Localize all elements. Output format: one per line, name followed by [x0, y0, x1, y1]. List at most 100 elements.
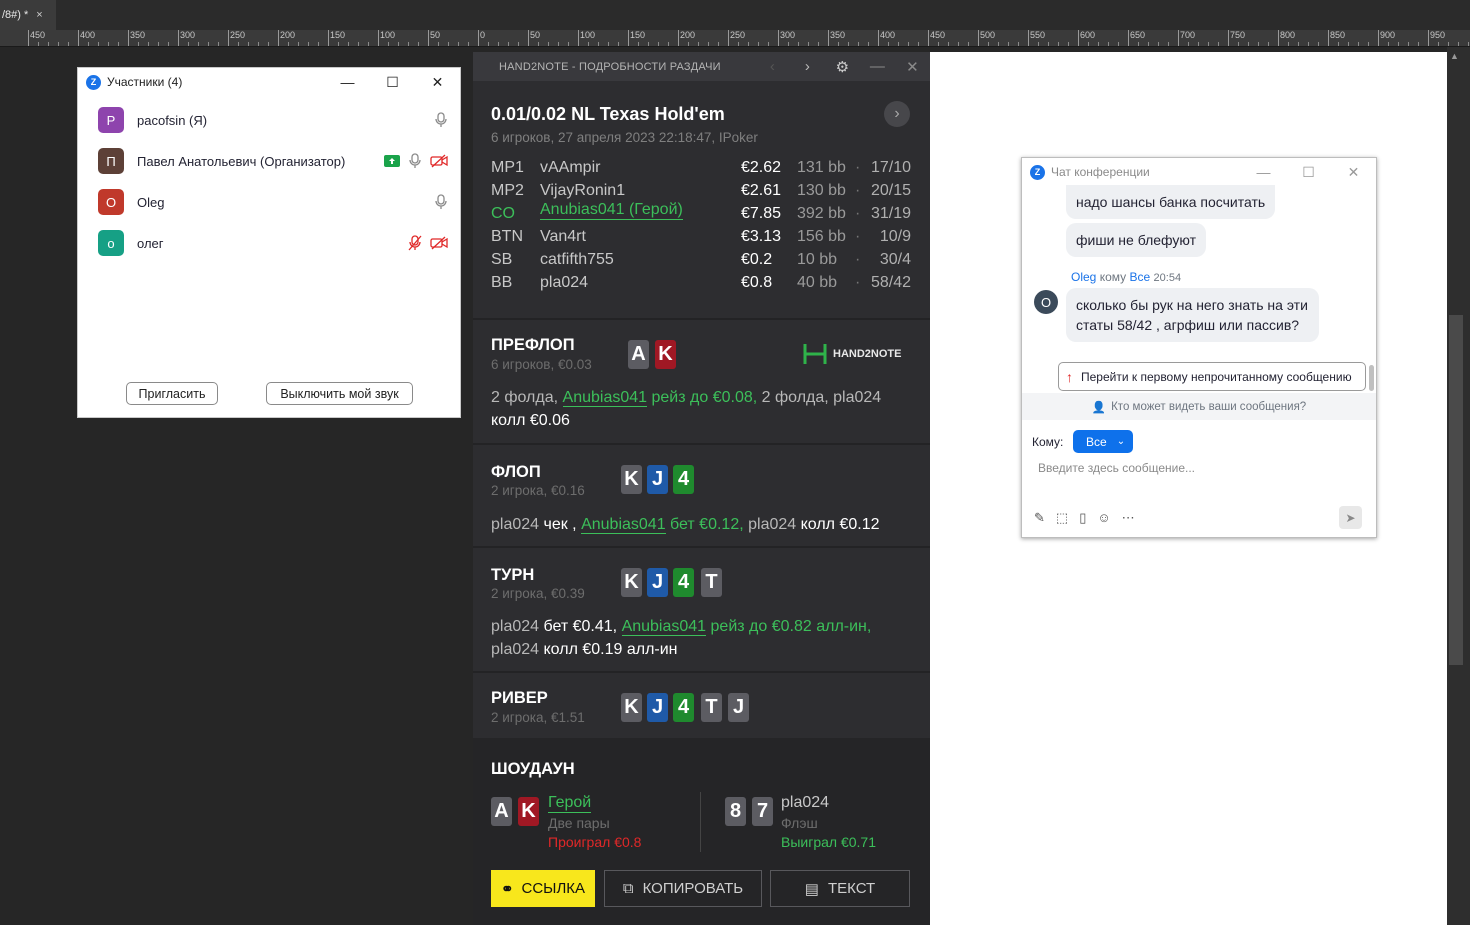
ruler-major-tick: [1128, 30, 1129, 46]
ruler-minor-tick: [348, 42, 349, 46]
ruler-minor-tick: [148, 42, 149, 46]
chat-message: сколько бы рук на него знать на эти стат…: [1066, 288, 1319, 342]
screenshot-icon[interactable]: ⬚: [1056, 510, 1068, 526]
tab-close-icon[interactable]: ×: [36, 9, 42, 21]
player-stats: 20/15: [870, 182, 911, 199]
ruler-minor-tick: [108, 42, 109, 46]
who-can-see-bar[interactable]: 👤 Кто может видеть ваши сообщения?: [1022, 393, 1376, 420]
minimize-icon[interactable]: —: [1241, 158, 1286, 186]
player-stack-bb: 392 bb: [797, 205, 846, 222]
sender-name[interactable]: Oleg: [1071, 270, 1096, 284]
hero-link[interactable]: Anubias041: [621, 618, 707, 636]
player-name: pla024: [540, 274, 589, 291]
ruler-minor-tick: [818, 42, 819, 46]
close-icon[interactable]: ✕: [895, 58, 930, 76]
button-label: КОПИРОВАТЬ: [642, 880, 744, 897]
minimize-icon[interactable]: —: [325, 68, 370, 96]
minimize-icon[interactable]: —: [860, 58, 895, 75]
player-row[interactable]: BB pla024 €0.8 40 bb · 58/42: [491, 274, 911, 297]
player-stack-bb: 131 bb: [797, 159, 846, 176]
file-icon[interactable]: ▯: [1079, 510, 1086, 526]
vertical-scrollbar[interactable]: ▲: [1447, 47, 1470, 925]
recipient-value: Все: [1086, 434, 1107, 449]
jump-unread-button[interactable]: ↑ Перейти к первому непрочитанному сообще…: [1058, 362, 1366, 391]
chevron-right-icon[interactable]: ›: [790, 58, 825, 75]
street-subtitle: 6 игроков, €0.03: [491, 357, 592, 372]
copy-button[interactable]: ⧉ КОПИРОВАТЬ: [604, 870, 762, 907]
ruler-minor-tick: [238, 42, 239, 46]
ruler-minor-tick: [248, 42, 249, 46]
player-row[interactable]: MP1 vAAmpir €2.62 131 bb · 17/10: [491, 159, 911, 182]
recipient-select[interactable]: Все ⌄: [1073, 430, 1133, 453]
message-input[interactable]: Введите здесь сообщение...: [1038, 461, 1195, 475]
ruler-minor-tick: [1368, 42, 1369, 46]
logo-text: HAND2NOTE: [833, 348, 902, 360]
document-tab[interactable]: /8#) * ×: [0, 0, 56, 30]
ruler-major-tick: [1178, 30, 1179, 46]
player-row[interactable]: BTN Van4rt €3.13 156 bb · 10/9: [491, 228, 911, 251]
chat-scrollbar-thumb[interactable]: [1369, 365, 1374, 391]
ruler-label: 200: [680, 30, 696, 40]
card: K: [518, 797, 539, 826]
invite-button[interactable]: Пригласить: [126, 382, 218, 405]
button-label: ССЫЛКА: [521, 880, 586, 897]
text-button[interactable]: ▤ ТЕКСТ: [770, 870, 910, 907]
hero-link[interactable]: Anubias041: [562, 389, 648, 407]
card: K: [621, 693, 642, 722]
chevron-down-icon: ⌄: [1116, 436, 1126, 447]
hero-link[interactable]: Герой: [548, 794, 592, 813]
to-label: Кому:: [1032, 435, 1064, 449]
participant-row[interactable]: O Oleg: [98, 187, 448, 217]
chat-window: Z Чат конференции — ☐ ✕ надо шансы банка…: [1021, 157, 1377, 538]
link-button[interactable]: ⚭ ССЫЛКА: [491, 870, 595, 907]
player-row[interactable]: SB catfifth755 €0.2 10 bb · 30/4: [491, 251, 911, 274]
format-icon[interactable]: ✎: [1034, 510, 1045, 526]
video-off-icon[interactable]: [430, 154, 448, 168]
ruler-minor-tick: [1238, 42, 1239, 46]
screen-share-icon: [384, 155, 400, 167]
ruler-minor-tick: [698, 42, 699, 46]
player-row[interactable]: CO Anubias041 (Герой) €7.85 392 bb · 31/19: [491, 201, 911, 228]
ruler-label: 650: [1130, 30, 1146, 40]
ruler-major-tick: [178, 30, 179, 46]
close-icon[interactable]: ✕: [415, 68, 460, 96]
send-icon[interactable]: ➤: [1339, 506, 1362, 529]
ruler-label: 200: [280, 30, 296, 40]
participant-row[interactable]: P pacofsin (Я): [98, 105, 448, 135]
participant-row[interactable]: П Павел Анатольевич (Организатор): [98, 146, 448, 176]
participant-row[interactable]: о олег: [98, 228, 448, 258]
video-off-icon[interactable]: [430, 236, 448, 250]
microphone-icon[interactable]: [408, 153, 422, 169]
emoji-icon[interactable]: ☺: [1097, 510, 1110, 526]
microphone-muted-icon[interactable]: [408, 235, 422, 251]
more-icon[interactable]: ⋯: [1122, 510, 1135, 526]
street-name: ПРЕФЛОП: [491, 336, 575, 354]
player-name: VijayRonin1: [540, 182, 626, 199]
close-icon[interactable]: ✕: [1331, 158, 1376, 186]
ruler-major-tick: [728, 30, 729, 46]
microphone-icon[interactable]: [434, 194, 448, 210]
action-text: колл €0.12: [800, 516, 880, 533]
player-position: SB: [491, 251, 513, 268]
ruler-label: 300: [180, 30, 196, 40]
ruler-minor-tick: [798, 42, 799, 46]
mute-me-button[interactable]: Выключить мой звук: [266, 382, 413, 405]
scrollbar-thumb[interactable]: [1449, 315, 1463, 665]
ruler-minor-tick: [48, 42, 49, 46]
ruler-minor-tick: [568, 42, 569, 46]
maximize-icon[interactable]: ☐: [1286, 158, 1331, 186]
ruler-major-tick: [428, 30, 429, 46]
player-stack: €0.8: [741, 274, 773, 291]
chevron-left-icon[interactable]: ‹: [755, 58, 790, 75]
next-hand-icon[interactable]: ›: [884, 101, 910, 127]
hero-link[interactable]: Anubias041: [581, 516, 666, 534]
ruler-minor-tick: [948, 42, 949, 46]
ruler-minor-tick: [558, 42, 559, 46]
gear-icon[interactable]: ⚙: [825, 58, 860, 76]
copy-icon: ⧉: [622, 880, 634, 897]
microphone-icon[interactable]: [434, 112, 448, 128]
scroll-up-icon[interactable]: ▲: [1450, 51, 1459, 61]
action-text: 2 фолда,: [491, 389, 559, 406]
maximize-icon[interactable]: ☐: [370, 68, 415, 96]
player-stack: €2.61: [741, 182, 782, 199]
